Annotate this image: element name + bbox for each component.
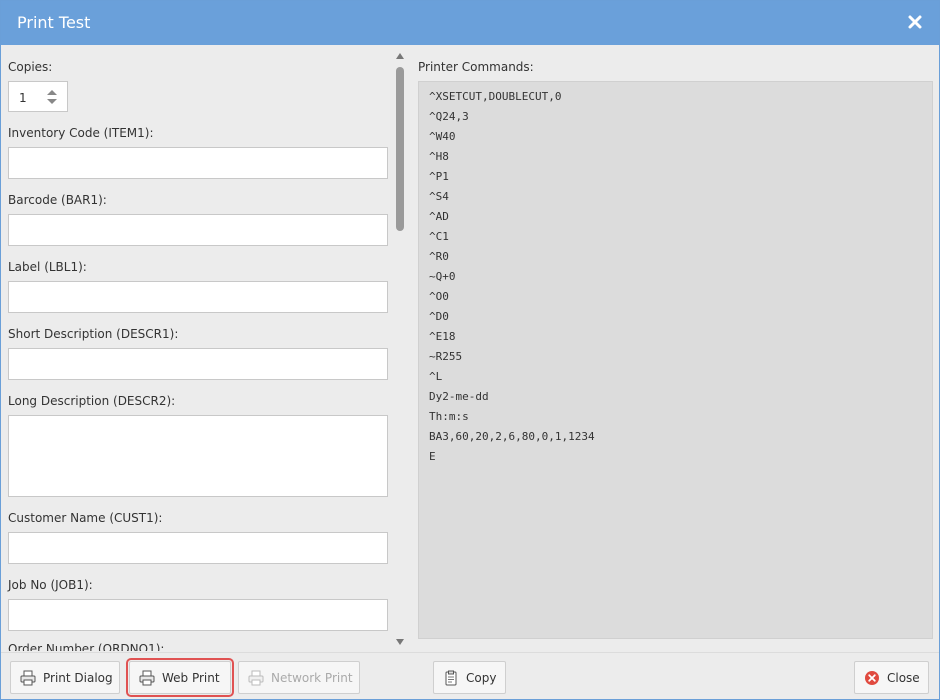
printer-icon: [248, 670, 264, 686]
command-line: ^S4: [429, 190, 449, 203]
command-line: ^P1: [429, 170, 449, 183]
clipboard-icon: [445, 670, 457, 686]
printer-commands-label: Printer Commands:: [418, 60, 534, 74]
inventory-code-label: Inventory Code (ITEM1):: [8, 126, 154, 140]
print-dialog-label: Print Dialog: [43, 671, 113, 685]
copy-button[interactable]: Copy: [433, 661, 506, 694]
command-line: ^Q24,3: [429, 110, 469, 123]
web-print-label: Web Print: [162, 671, 220, 685]
command-line: ^D0: [429, 310, 449, 323]
printer-commands-box[interactable]: ^XSETCUT,DOUBLECUT,0 ^Q24,3 ^W40 ^H8 ^P1…: [418, 81, 933, 639]
long-description-label: Long Description (DESCR2):: [8, 394, 176, 408]
copies-stepper[interactable]: 1: [8, 81, 68, 112]
spinner-arrows-icon[interactable]: [46, 87, 58, 107]
button-bar: Print Dialog Web Print Network Print Cop…: [1, 652, 939, 699]
form-pane: Copies: 1 Inventory Code (ITEM1): Barcod…: [2, 45, 394, 651]
command-line: ^L: [429, 370, 443, 383]
scroll-down-arrow-icon[interactable]: [396, 639, 404, 645]
command-line: ~Q+0: [429, 270, 456, 283]
network-print-label: Network Print: [271, 671, 353, 685]
short-description-label: Short Description (DESCR1):: [8, 327, 179, 341]
command-line: ^R0: [429, 250, 449, 263]
customer-name-label: Customer Name (CUST1):: [8, 511, 163, 525]
scroll-thumb[interactable]: [396, 67, 404, 231]
order-number-label: Order Number (ORDNO1):: [8, 642, 165, 651]
form-scrollbar[interactable]: [394, 47, 407, 651]
print-dialog-button[interactable]: Print Dialog: [10, 661, 120, 694]
command-line: ^W40: [429, 130, 456, 143]
copies-label: Copies:: [8, 60, 53, 74]
barcode-input[interactable]: [8, 214, 388, 246]
close-icon[interactable]: [907, 14, 923, 30]
long-description-textarea[interactable]: [8, 415, 388, 497]
titlebar: Print Test: [1, 1, 939, 45]
job-no-label: Job No (JOB1):: [8, 578, 93, 592]
command-line: ~R255: [429, 350, 463, 363]
dialog-title: Print Test: [17, 13, 91, 32]
inventory-code-input[interactable]: [8, 147, 388, 179]
command-line: ^XSETCUT,DOUBLECUT,0: [429, 90, 562, 103]
job-no-input[interactable]: [8, 599, 388, 631]
command-line: ^C1: [429, 230, 449, 243]
printer-icon: [20, 670, 36, 686]
close-button[interactable]: Close: [854, 661, 929, 694]
label-label: Label (LBL1):: [8, 260, 87, 274]
commands-pane: Printer Commands: ^XSETCUT,DOUBLECUT,0 ^…: [411, 45, 939, 651]
command-line: E: [429, 450, 436, 463]
label-input[interactable]: [8, 281, 388, 313]
web-print-button[interactable]: Web Print: [126, 658, 234, 697]
command-line: ^H8: [429, 150, 449, 163]
copy-label: Copy: [466, 671, 497, 685]
copies-value: 1: [19, 91, 27, 105]
command-line: Th:m:s: [429, 410, 469, 423]
command-line: BA3,60,20,2,6,80,0,1,1234: [429, 430, 595, 443]
command-line: ^O0: [429, 290, 449, 303]
close-label: Close: [887, 671, 920, 685]
printer-icon: [139, 670, 155, 686]
barcode-label: Barcode (BAR1):: [8, 193, 107, 207]
scroll-up-arrow-icon[interactable]: [396, 53, 404, 59]
command-line: ^AD: [429, 210, 449, 223]
network-print-button[interactable]: Network Print: [238, 661, 360, 694]
print-test-dialog: Print Test Copies: 1 Inventory Code (ITE…: [0, 0, 940, 700]
customer-name-input[interactable]: [8, 532, 388, 564]
command-line: ^E18: [429, 330, 456, 343]
short-description-input[interactable]: [8, 348, 388, 380]
close-circle-icon: [865, 671, 879, 685]
command-line: Dy2-me-dd: [429, 390, 489, 403]
